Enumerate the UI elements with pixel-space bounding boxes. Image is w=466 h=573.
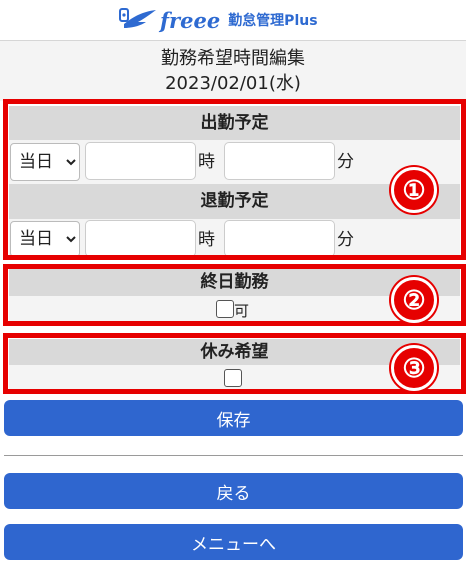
start-hour-input[interactable] (85, 142, 196, 180)
annotation-marker-1: ① (391, 167, 437, 213)
menu-button[interactable]: メニューへ (4, 524, 463, 560)
start-minute-input[interactable] (224, 142, 335, 180)
all-day-checkbox[interactable] (216, 300, 234, 318)
start-day-select[interactable]: 当日 (10, 143, 80, 181)
start-time-row: 当日 時 分 (9, 140, 460, 184)
end-minute-unit: 分 (337, 230, 354, 250)
all-day-checkbox-label: 可 (234, 302, 250, 320)
end-minute-input[interactable] (224, 220, 335, 257)
start-heading: 出勤予定 (9, 106, 460, 140)
start-hour-unit: 時 (198, 152, 215, 172)
save-button[interactable]: 保存 (4, 400, 463, 436)
end-hour-unit: 時 (198, 230, 215, 250)
annotation-marker-3: ③ (391, 345, 437, 391)
start-minute-unit: 分 (337, 152, 354, 172)
page-date: 2023/02/01(水) (165, 73, 301, 94)
back-button[interactable]: 戻る (4, 473, 463, 509)
logo-wordmark: freee (160, 7, 221, 33)
annotation-marker-2: ② (391, 277, 437, 323)
page-title: 勤務希望時間編集 (161, 48, 305, 69)
day-off-checkbox[interactable] (224, 369, 242, 387)
end-hour-input[interactable] (85, 220, 196, 257)
bird-logo-icon (119, 8, 156, 28)
title-bar: 勤務希望時間編集 2023/02/01(水) (0, 41, 466, 101)
product-name: 勤怠管理Plus (228, 13, 318, 29)
end-time-row: 当日 時 分 (9, 219, 460, 258)
app-header: freee 勤怠管理Plus (0, 0, 466, 41)
divider (4, 455, 463, 456)
freee-logo: freee 勤怠管理Plus (118, 6, 318, 34)
end-day-select[interactable]: 当日 (10, 221, 80, 257)
